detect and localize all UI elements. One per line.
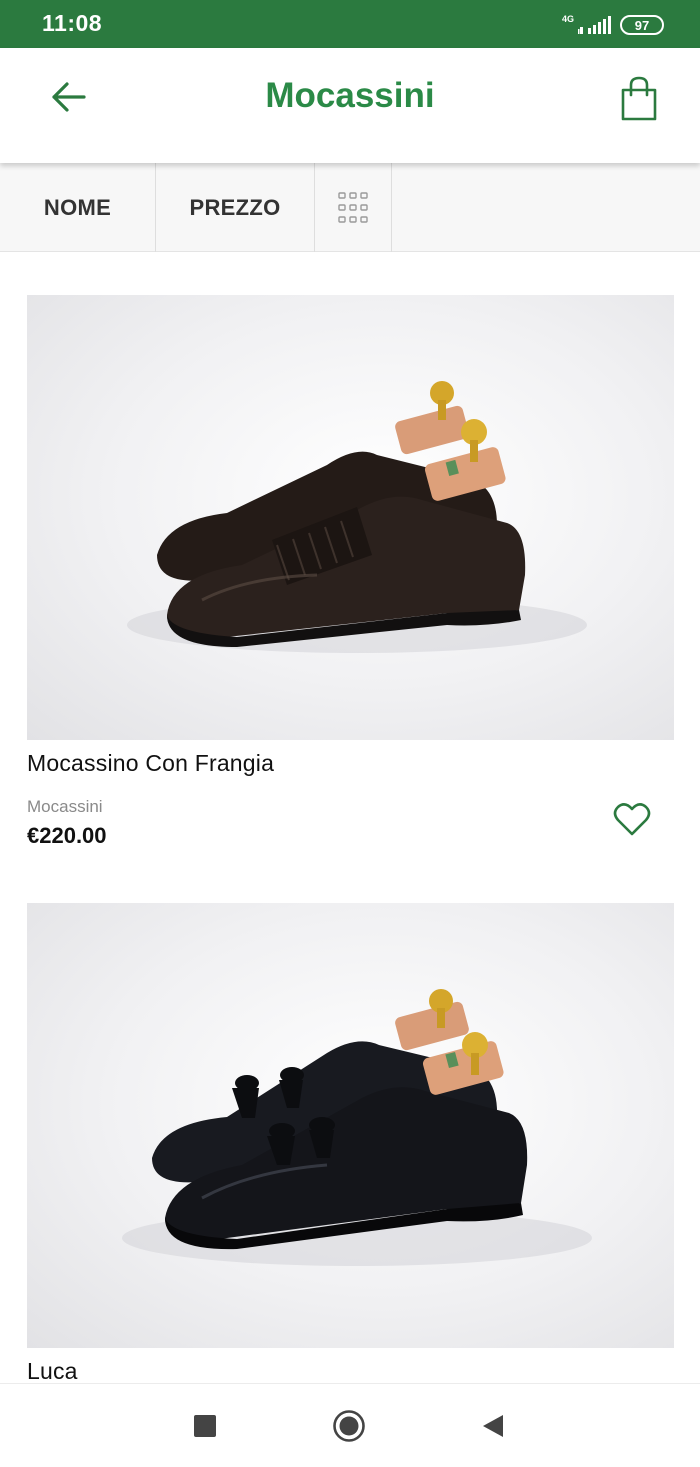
shopping-bag-icon <box>621 76 657 121</box>
product-name: Mocassino Con Frangia <box>27 750 275 776</box>
triangle-back-icon <box>483 1415 503 1437</box>
home-button[interactable] <box>331 1408 367 1444</box>
sort-filter-bar: NOME PREZZO <box>0 163 700 252</box>
tassel-loafer-image <box>122 989 592 1266</box>
status-bar: 11:08 4G 97 <box>0 0 700 48</box>
product-name: Luca <box>27 1358 78 1383</box>
product-price: €220.00 <box>27 823 107 848</box>
status-indicators: 4G 97 <box>558 12 664 38</box>
product-category: Mocassini <box>27 797 103 816</box>
system-navigation-bar <box>0 1383 700 1467</box>
square-icon <box>194 1415 216 1437</box>
app-bar: Mocassini <box>0 48 700 163</box>
battery-icon: 97 <box>620 15 664 35</box>
product-image[interactable] <box>27 295 674 740</box>
fringe-loafer-image <box>127 381 587 653</box>
page-title: Mocassini <box>265 76 435 115</box>
product-card[interactable]: Mocassino Con Frangia Mocassini €220.00 <box>27 295 674 849</box>
network-type: 4G <box>561 14 574 24</box>
product-list: Mocassino Con Frangia Mocassini €220.00 <box>0 252 700 1383</box>
battery-level: 97 <box>634 17 650 33</box>
status-time: 11:08 <box>42 10 103 36</box>
grid-view-toggle[interactable] <box>315 163 392 252</box>
heart-outline-icon <box>613 803 651 836</box>
system-back-button[interactable] <box>475 1408 511 1444</box>
favorite-button[interactable] <box>612 800 652 840</box>
product-card[interactable]: Luca <box>27 903 674 1383</box>
recent-apps-button[interactable] <box>187 1408 223 1444</box>
signal-icon <box>578 16 611 34</box>
cart-button[interactable] <box>618 74 660 124</box>
sort-by-name-tab[interactable]: NOME <box>0 163 156 252</box>
product-image[interactable] <box>27 903 674 1348</box>
circle-icon <box>333 1410 365 1442</box>
sort-by-price-tab[interactable]: PREZZO <box>156 163 315 252</box>
grid-view-icon <box>338 191 368 223</box>
